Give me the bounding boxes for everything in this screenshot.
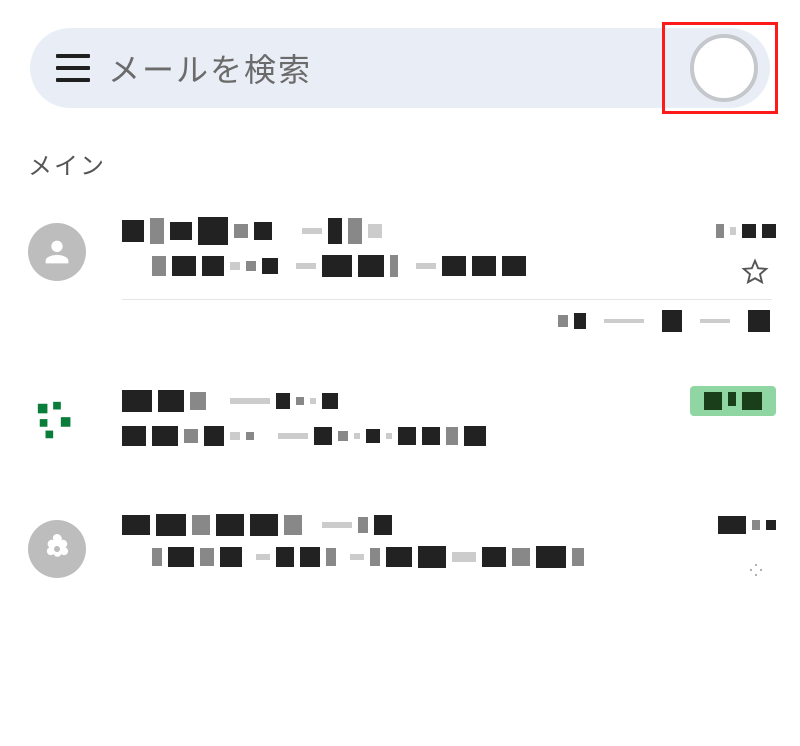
section-label-main: メイン: [0, 108, 800, 199]
mail-list-item[interactable]: [0, 368, 800, 468]
sender-avatar: [28, 392, 86, 450]
mail-subject: [122, 426, 776, 446]
header-bar: メールを検索: [0, 0, 800, 108]
mail-content: [122, 514, 776, 568]
search-input[interactable]: メールを検索: [108, 45, 752, 91]
mail-subject: [152, 255, 776, 277]
flower-icon: [39, 531, 75, 567]
mail-content: [122, 386, 776, 446]
tag-icon: [34, 398, 80, 444]
mail-subject: [152, 546, 776, 568]
mail-sender: [122, 514, 392, 536]
star-icon[interactable]: [740, 554, 770, 584]
mail-preview-extra: [0, 300, 800, 340]
sender-avatar: [28, 520, 86, 578]
label-badge: [690, 386, 776, 416]
mail-content: [122, 217, 776, 277]
search-bar[interactable]: メールを検索: [30, 28, 770, 108]
menu-icon[interactable]: [56, 54, 90, 82]
mail-timestamp: [718, 516, 776, 534]
account-avatar[interactable]: [690, 34, 758, 102]
mail-timestamp: [716, 224, 776, 238]
mail-list-item[interactable]: [0, 199, 800, 299]
person-icon: [40, 235, 74, 269]
mail-sender: [122, 390, 338, 412]
star-icon[interactable]: [740, 257, 770, 287]
mail-list-item[interactable]: [0, 496, 800, 596]
mail-sender: [122, 217, 382, 245]
sender-avatar: [28, 223, 86, 281]
